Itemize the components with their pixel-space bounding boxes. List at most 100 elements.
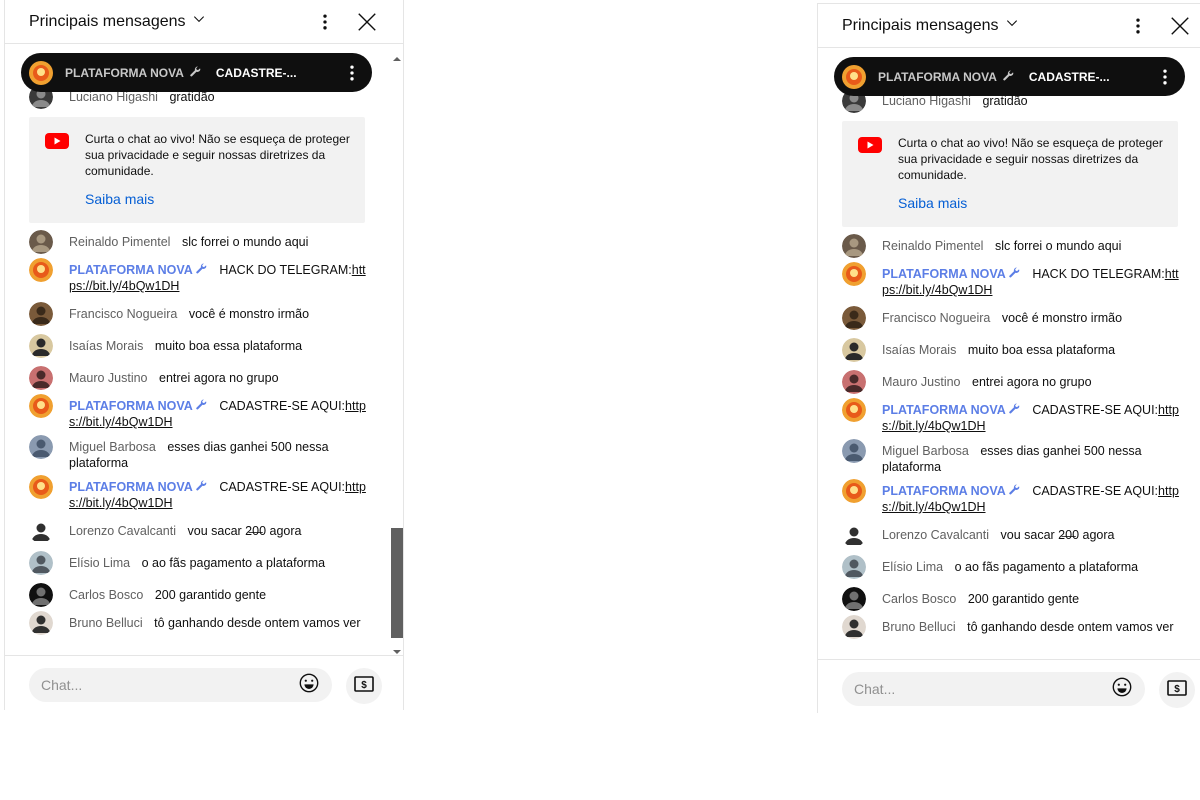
pinned-message-banner[interactable]: PLATAFORMA NOVA CADASTRE-... bbox=[21, 53, 372, 92]
avatar[interactable] bbox=[842, 306, 866, 330]
avatar[interactable] bbox=[29, 258, 53, 282]
chat-message: PLATAFORMA NOVA HACK DO TELEGRAM:https:/… bbox=[842, 262, 1182, 298]
learn-more-link[interactable]: Saiba mais bbox=[898, 195, 1164, 211]
author-name[interactable]: Elísio Lima bbox=[882, 560, 943, 574]
author-name-text: Mauro Justino bbox=[882, 375, 961, 389]
wrench-icon bbox=[1000, 68, 1015, 86]
author-name[interactable]: Bruno Belluci bbox=[69, 616, 143, 630]
avatar[interactable] bbox=[842, 439, 866, 463]
chat-message: Francisco Nogueira você é monstro irmão bbox=[842, 306, 1182, 330]
avatar[interactable] bbox=[842, 370, 866, 394]
avatar[interactable] bbox=[842, 479, 866, 503]
scrollbar-thumb[interactable] bbox=[391, 528, 403, 638]
chat-input-box[interactable] bbox=[29, 668, 332, 702]
author-name[interactable]: Isaías Morais bbox=[882, 343, 956, 357]
author-name[interactable]: Lorenzo Cavalcanti bbox=[882, 528, 989, 542]
pinned-message-text: CADASTRE-... bbox=[215, 65, 297, 80]
author-name[interactable]: Luciano Higashi bbox=[882, 94, 971, 108]
author-name[interactable]: Carlos Bosco bbox=[69, 588, 143, 602]
avatar[interactable] bbox=[29, 334, 53, 358]
author-name[interactable]: Miguel Barbosa bbox=[882, 444, 969, 458]
author-name-text: Miguel Barbosa bbox=[882, 444, 969, 458]
message-text: slc forrei o mundo aqui bbox=[994, 239, 1122, 253]
message-text: muito boa essa plataforma bbox=[154, 339, 303, 353]
avatar[interactable] bbox=[29, 435, 53, 459]
chat-message: Mauro Justino entrei agora no grupo bbox=[29, 366, 369, 390]
author-name[interactable]: PLATAFORMA NOVA bbox=[69, 480, 208, 494]
avatar[interactable] bbox=[842, 338, 866, 362]
chat-input[interactable] bbox=[854, 681, 1111, 697]
author-name[interactable]: Bruno Belluci bbox=[882, 620, 956, 634]
author-name[interactable]: PLATAFORMA NOVA bbox=[882, 484, 1021, 498]
dollar-icon: $ bbox=[354, 675, 374, 697]
message-text: tô ganhando desde ontem vamos ver bbox=[154, 616, 361, 630]
author-name[interactable]: Mauro Justino bbox=[882, 375, 961, 389]
chat-mode-dropdown[interactable]: Principais mensagens bbox=[29, 12, 206, 31]
message-text: slc forrei o mundo aqui bbox=[181, 235, 309, 249]
super-chat-button[interactable]: $ bbox=[346, 668, 382, 704]
scroll-up-arrow[interactable] bbox=[393, 50, 401, 61]
author-name[interactable]: PLATAFORMA NOVA bbox=[69, 263, 208, 277]
super-chat-button[interactable]: $ bbox=[1159, 672, 1195, 708]
message-text: você é monstro irmão bbox=[188, 307, 310, 321]
author-name[interactable]: Miguel Barbosa bbox=[69, 440, 156, 454]
avatar[interactable] bbox=[842, 523, 866, 547]
message-text: muito boa essa plataforma bbox=[967, 343, 1116, 357]
author-name[interactable]: PLATAFORMA NOVA bbox=[882, 403, 1021, 417]
author-name[interactable]: Isaías Morais bbox=[69, 339, 143, 353]
author-name[interactable]: Carlos Bosco bbox=[882, 592, 956, 606]
more-options-icon[interactable] bbox=[1155, 67, 1175, 87]
avatar[interactable] bbox=[842, 262, 866, 286]
chat-mode-dropdown[interactable]: Principais mensagens bbox=[842, 16, 1019, 35]
author-name[interactable]: Luciano Higashi bbox=[69, 90, 158, 104]
avatar[interactable] bbox=[29, 583, 53, 607]
pinned-message-banner[interactable]: PLATAFORMA NOVA CADASTRE-... bbox=[834, 57, 1185, 96]
author-name[interactable]: Elísio Lima bbox=[69, 556, 130, 570]
svg-text:$: $ bbox=[361, 680, 367, 691]
learn-more-link[interactable]: Saiba mais bbox=[85, 191, 351, 207]
chat-input[interactable] bbox=[41, 677, 298, 693]
avatar[interactable] bbox=[29, 302, 53, 326]
message-content: Miguel Barbosa esses dias ganhei 500 nes… bbox=[882, 439, 1182, 475]
avatar[interactable] bbox=[29, 366, 53, 390]
author-name[interactable]: Reinaldo Pimentel bbox=[69, 235, 170, 249]
avatar[interactable] bbox=[29, 519, 53, 543]
avatar[interactable] bbox=[29, 611, 53, 635]
more-options-icon[interactable] bbox=[1126, 14, 1150, 38]
author-name[interactable]: Mauro Justino bbox=[69, 371, 148, 385]
avatar[interactable] bbox=[29, 551, 53, 575]
chat-message: Francisco Nogueira você é monstro irmão bbox=[29, 302, 369, 326]
chat-input-bar: $ bbox=[818, 659, 1200, 713]
author-name[interactable]: PLATAFORMA NOVA bbox=[882, 267, 1021, 281]
chat-message: Elísio Lima o ao fãs pagamento a platafo… bbox=[842, 555, 1182, 579]
close-icon[interactable] bbox=[355, 10, 379, 34]
chat-mode-label: Principais mensagens bbox=[842, 16, 999, 34]
scroll-down-arrow[interactable] bbox=[393, 643, 401, 654]
emoji-icon[interactable] bbox=[1111, 676, 1133, 703]
close-icon[interactable] bbox=[1168, 14, 1192, 38]
avatar[interactable] bbox=[842, 398, 866, 422]
author-name[interactable]: Lorenzo Cavalcanti bbox=[69, 524, 176, 538]
author-name[interactable]: Francisco Nogueira bbox=[882, 311, 990, 325]
emoji-icon[interactable] bbox=[298, 672, 320, 699]
author-name[interactable]: Francisco Nogueira bbox=[69, 307, 177, 321]
message-content: PLATAFORMA NOVA CADASTRE-SE AQUI:https:/… bbox=[69, 475, 369, 511]
avatar[interactable] bbox=[842, 615, 866, 639]
pinned-author: PLATAFORMA NOVA bbox=[878, 69, 997, 84]
avatar[interactable] bbox=[29, 394, 53, 418]
avatar[interactable] bbox=[29, 475, 53, 499]
avatar[interactable] bbox=[842, 555, 866, 579]
message-text: CADASTRE-SE AQUI: bbox=[219, 399, 346, 413]
author-name[interactable]: Reinaldo Pimentel bbox=[882, 239, 983, 253]
author-name-text: PLATAFORMA NOVA bbox=[69, 263, 193, 277]
avatar[interactable] bbox=[842, 234, 866, 258]
avatar[interactable] bbox=[29, 230, 53, 254]
author-name-text: Carlos Bosco bbox=[69, 588, 144, 602]
author-name-text: PLATAFORMA NOVA bbox=[882, 267, 1006, 281]
author-name[interactable]: PLATAFORMA NOVA bbox=[69, 399, 208, 413]
chat-input-box[interactable] bbox=[842, 672, 1145, 706]
more-options-icon[interactable] bbox=[313, 10, 337, 34]
avatar[interactable] bbox=[842, 587, 866, 611]
more-options-icon[interactable] bbox=[342, 63, 362, 83]
chat-header: Principais mensagens bbox=[818, 4, 1200, 48]
